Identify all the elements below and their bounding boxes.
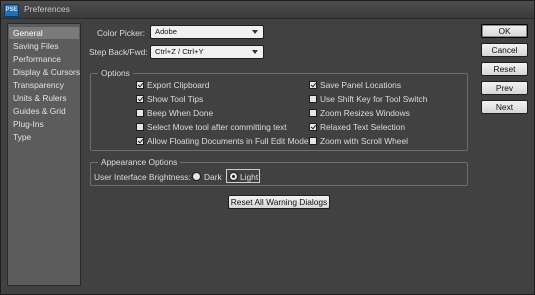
sidebar-item-type[interactable]: Type [9, 131, 79, 143]
step-back-label: Step Back/Fwd: [89, 47, 148, 57]
zoom-resizes-windows-label: Zoom Resizes Windows [320, 108, 410, 118]
brightness-light-label: Light [240, 172, 259, 182]
app-icon: PSE [4, 4, 19, 17]
allow-floating-documents-label: Allow Floating Documents in Full Edit Mo… [147, 136, 309, 146]
preferences-window: PSE Preferences General Saving Files Per… [0, 0, 535, 295]
select-move-tool-checkbox[interactable] [136, 123, 144, 131]
sidebar-item-general[interactable]: General [9, 27, 79, 39]
cancel-button[interactable]: Cancel [481, 43, 528, 57]
chevron-down-icon [252, 30, 258, 34]
sidebar-item-plug-ins[interactable]: Plug-Ins [9, 118, 79, 130]
zoom-resizes-windows-checkbox[interactable] [309, 109, 317, 117]
brightness-light-radio[interactable] [229, 172, 238, 181]
sidebar-item-guides-grid[interactable]: Guides & Grid [9, 105, 79, 117]
export-clipboard-label: Export Clipboard [147, 80, 210, 90]
reset-button[interactable]: Reset [481, 62, 528, 76]
use-shift-key-label: Use Shift Key for Tool Switch [320, 94, 428, 104]
brightness-dark-label: Dark [204, 172, 222, 182]
sidebar-item-units-rulers[interactable]: Units & Rulers [9, 92, 79, 104]
zoom-with-scroll-wheel-checkbox[interactable] [309, 137, 317, 145]
ok-button[interactable]: OK [481, 24, 528, 38]
save-panel-locations-label: Save Panel Locations [320, 80, 402, 90]
relaxed-text-selection-checkbox[interactable] [309, 123, 317, 131]
brightness-dark-radio[interactable] [192, 172, 201, 181]
export-clipboard-checkbox[interactable] [136, 81, 144, 89]
appearance-options-title: Appearance Options [98, 157, 181, 167]
beep-when-done-label: Beep When Done [147, 108, 214, 118]
show-tool-tips-label: Show Tool Tips [147, 94, 204, 104]
title-bar[interactable]: PSE Preferences [1, 1, 534, 19]
sidebar-item-display-cursors[interactable]: Display & Cursors [9, 66, 80, 78]
chevron-down-icon [252, 50, 258, 54]
color-picker-label: Color Picker: [97, 28, 145, 38]
color-picker-value: Adobe [155, 27, 177, 36]
beep-when-done-checkbox[interactable] [136, 109, 144, 117]
reset-all-warning-dialogs-button[interactable]: Reset All Warning Dialogs [228, 195, 330, 209]
step-back-select[interactable]: Ctrl+Z / Ctrl+Y [150, 45, 264, 59]
window-title: Preferences [24, 4, 70, 14]
category-list: General Saving Files Performance Display… [7, 23, 81, 286]
zoom-with-scroll-wheel-label: Zoom with Scroll Wheel [320, 136, 408, 146]
options-group-title: Options [98, 68, 133, 78]
sidebar-item-performance[interactable]: Performance [9, 53, 79, 65]
prev-button[interactable]: Prev [481, 81, 528, 95]
color-picker-select[interactable]: Adobe [150, 25, 264, 39]
use-shift-key-checkbox[interactable] [309, 95, 317, 103]
ui-brightness-label: User Interface Brightness: [94, 172, 191, 182]
relaxed-text-selection-label: Relaxed Text Selection [320, 122, 406, 132]
sidebar-item-saving-files[interactable]: Saving Files [9, 40, 79, 52]
save-panel-locations-checkbox[interactable] [309, 81, 317, 89]
select-move-tool-label: Select Move tool after committing text [147, 122, 287, 132]
allow-floating-documents-checkbox[interactable] [136, 137, 144, 145]
sidebar-item-transparency[interactable]: Transparency [9, 79, 79, 91]
step-back-value: Ctrl+Z / Ctrl+Y [155, 47, 204, 56]
next-button[interactable]: Next [481, 100, 528, 114]
show-tool-tips-checkbox[interactable] [136, 95, 144, 103]
